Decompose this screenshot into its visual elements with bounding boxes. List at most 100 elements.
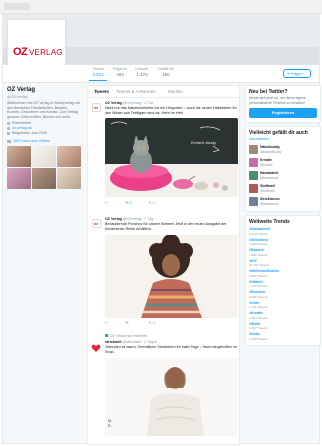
retweet-context-text: OZ Verlag hat retweetet: [110, 334, 147, 338]
stat-followers[interactable]: Follower 1.470: [129, 67, 155, 78]
trend-count: 6.214 Tweets: [249, 231, 268, 236]
media-grid: [7, 146, 81, 190]
tweet[interactable]: OZ OZ Verlag @OZverlag · 1 Tag Bezaubern…: [88, 216, 241, 326]
child-poncho-photo: [105, 235, 238, 318]
tweet-image[interactable]: [105, 235, 238, 318]
suggestion-handle: @strickforum: [260, 201, 279, 206]
trends-title: Weltweite Trends: [249, 219, 290, 226]
profile-handle[interactable]: @OZverlag: [7, 94, 81, 99]
suggestion-item[interactable]: Strickforum @strickforum: [249, 196, 317, 207]
suggestion-item[interactable]: Handarbeit @handarbeit: [249, 170, 317, 181]
avatar-logo: OZ: [94, 106, 99, 110]
tweet-author[interactable]: OZ Verlag: [105, 217, 122, 221]
suggestion-avatar[interactable]: [249, 145, 258, 155]
reply-icon[interactable]: ↩: [105, 200, 108, 205]
trend-item[interactable]: #Stricken 2.905 Tweets: [249, 290, 317, 299]
image-caption: Einfach lässig: [191, 140, 216, 145]
tweet-author[interactable]: strickwelt: [105, 340, 122, 344]
avatar-logo: OZ: [94, 222, 99, 226]
tweet[interactable]: OZ Verlag hat retweetet strickwelt @stri…: [88, 334, 241, 444]
trend-item[interactable]: #Garn 1.211 Tweets: [249, 301, 317, 310]
tweet-avatar[interactable]: OZ: [92, 103, 101, 112]
timeline: Tweets Tweets & Antworten Medien OZ OZ V…: [87, 85, 240, 445]
tweet-author[interactable]: OZ Verlag: [105, 101, 122, 105]
profile-sidebar: OZ Verlag @OZverlag Willkommen bei OZ Ve…: [7, 87, 81, 190]
trend-count: 21.764 Tweets: [249, 263, 270, 268]
tweet-actions: ↩ ⟲ 2 ♥ 4: [105, 200, 175, 205]
stat-likes[interactable]: Gefällt mir 150: [153, 67, 179, 78]
suggestion-item[interactable]: Häkelbuddy @haekelbuddy: [249, 144, 317, 155]
photos-videos-link[interactable]: 183 Fotos und Videos: [7, 139, 81, 144]
profile-navbar: Tweets 3.911 Folge ich 483 Follower 1.47…: [3, 65, 319, 83]
tweet-text: Bezaubernde Ponchos für unsere Kleinen! …: [105, 222, 227, 231]
tab-tweets-replies[interactable]: Tweets & Antworten: [116, 89, 156, 94]
suggest-title: Vielleicht gefällt dir auch · Aktualisie…: [249, 130, 317, 142]
signup-text: Melde dich jetzt an, um deine eigene per…: [249, 96, 307, 105]
trend-item[interactable]: #Strickliesl 2.184 Tweets: [249, 238, 317, 247]
trend-item[interactable]: #Häkeln 1.178 Tweets: [249, 280, 317, 289]
tab-tweets[interactable]: Tweets: [94, 89, 109, 94]
tweet[interactable]: OZ OZ Verlag @OZverlag · 4 Std. Nicht nu…: [88, 98, 241, 210]
trend-count: 2.905 Tweets: [249, 294, 268, 299]
media-thumb[interactable]: [7, 168, 31, 190]
suggestion-item[interactable]: Kreativ @kreativ: [249, 157, 317, 168]
suggestion-avatar[interactable]: [249, 197, 258, 207]
trend-item[interactable]: #Handarbeit 6.214 Tweets: [249, 227, 317, 236]
trend-count: 4.522 Tweets: [249, 273, 268, 278]
media-thumb[interactable]: [7, 146, 31, 168]
heart-logo-icon[interactable]: [91, 343, 101, 353]
trend-item[interactable]: #Basteln 1.903 Tweets: [249, 248, 317, 257]
browser-tab[interactable]: [4, 3, 30, 10]
suggestion-handle: @handarbeit: [260, 175, 279, 180]
reply-icon[interactable]: ↩: [105, 320, 108, 325]
tweet-time[interactable]: · 4 Std.: [142, 101, 154, 105]
like-icon[interactable]: ♥ 4: [149, 200, 155, 205]
location-icon: [7, 122, 10, 126]
trend-count: 1.903 Tweets: [249, 252, 268, 257]
signup-button[interactable]: Registrieren: [249, 108, 317, 119]
tweet-handle[interactable]: @OZverlag: [123, 217, 141, 221]
tab-media[interactable]: Medien: [168, 89, 183, 94]
media-thumb[interactable]: [32, 168, 56, 190]
retweet-icon[interactable]: ⟲: [125, 320, 128, 325]
trend-count: 1.211 Tweets: [249, 305, 268, 310]
cat-basket-photo: [105, 118, 238, 197]
tweet-text: Nicht nur das Katzenkörbchen ist ein Hin…: [105, 106, 237, 115]
media-thumb[interactable]: [32, 146, 56, 168]
tweet-time[interactable]: · 1 Tag: [142, 217, 153, 221]
profile-name[interactable]: OZ Verlag: [7, 87, 81, 94]
trend-count: 1.647 Tweets: [249, 326, 268, 331]
tweet-text: Jetzt wird es warm: Gemütliche Strickide…: [105, 345, 237, 354]
suggestion-handle: @haekelbuddy: [260, 149, 282, 154]
trend-item[interactable]: #Deko 2.318 Tweets: [249, 332, 317, 341]
suggestion-avatar[interactable]: [249, 171, 258, 181]
retweet-icon[interactable]: ⟲ 2: [125, 200, 132, 205]
follow-button-label: Folgen: [290, 71, 303, 76]
media-thumb[interactable]: [57, 146, 81, 168]
tweet-handle[interactable]: @OZverlag: [123, 101, 141, 105]
woman-sweater-photo: [105, 358, 238, 436]
suggestion-avatar[interactable]: [249, 158, 258, 168]
suggestion-avatar[interactable]: [249, 184, 258, 194]
suggestion-item[interactable]: Stoffwelt @stoffwelt: [249, 183, 317, 194]
tweet-handle[interactable]: @strickwelt: [123, 340, 141, 344]
retweet-icon: [105, 334, 108, 337]
trend-item[interactable]: #Weihnachtsdeko 4.522 Tweets: [249, 269, 317, 278]
tweet-image[interactable]: N. E.: [105, 358, 238, 436]
media-label: 183 Fotos und Videos: [13, 139, 50, 144]
tweet-image[interactable]: Einfach lässig: [105, 118, 238, 197]
trend-item[interactable]: #DIY 21.764 Tweets: [249, 259, 317, 268]
trend-count: 3.004 Tweets: [249, 315, 268, 320]
follow-button[interactable]: + Folgen: [283, 69, 311, 78]
like-icon[interactable]: ♥ 3: [149, 320, 155, 325]
tweet-avatar[interactable]: OZ: [92, 219, 101, 228]
signup-card: Neu bei Twitter? Melde dich jetzt an, um…: [245, 85, 321, 124]
tweet-time[interactable]: · 2 Tagen: [142, 340, 157, 344]
logo-mark: OZ: [13, 46, 28, 58]
media-thumb[interactable]: [57, 168, 81, 190]
trend-item[interactable]: #Wolle 1.647 Tweets: [249, 322, 317, 331]
trend-item[interactable]: #Kreativ 3.004 Tweets: [249, 311, 317, 320]
twitter-profile-page: OZ VERLAG Tweets 3.911 Folge ich 483 Fol…: [2, 14, 321, 445]
stat-value: 1.470: [136, 72, 148, 77]
camera-icon: [7, 140, 11, 144]
